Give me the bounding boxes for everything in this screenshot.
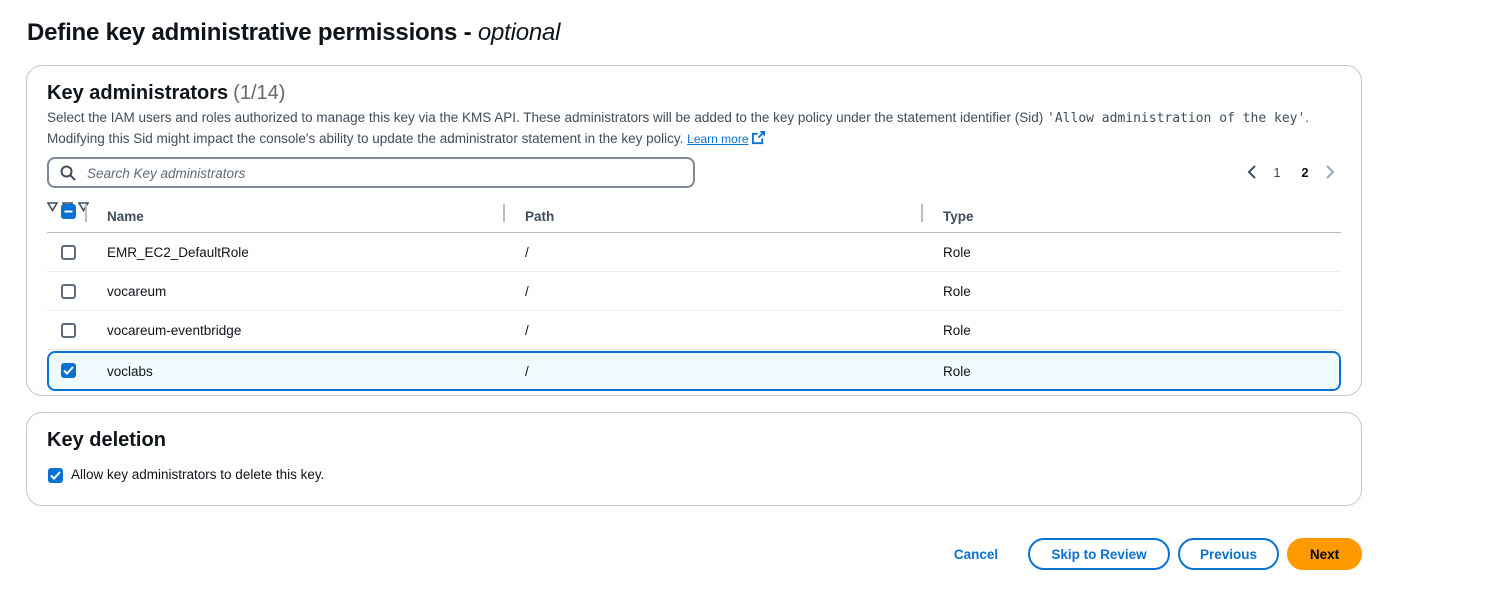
pagination: 1 2	[1241, 162, 1341, 182]
selection-count: (1/14)	[233, 82, 286, 104]
table-row[interactable]: EMR_EC2_DefaultRole / Role	[47, 233, 1341, 272]
column-divider	[85, 204, 87, 222]
previous-page-button[interactable]	[1241, 162, 1263, 182]
cell-path: /	[525, 244, 529, 260]
row-checkbox[interactable]	[61, 363, 76, 378]
page-title: Define key administrative permissions - …	[27, 19, 561, 47]
row-checkbox[interactable]	[61, 245, 76, 260]
cell-name: vocareum	[107, 283, 167, 299]
key-deletion-panel: Key deletion Allow key administrators to…	[26, 412, 1362, 506]
key-administrators-description: Select the IAM users and roles authorize…	[47, 108, 1347, 151]
cancel-button[interactable]: Cancel	[944, 538, 1008, 570]
column-header-name-label: Name	[107, 208, 144, 224]
cell-type: Role	[943, 363, 971, 379]
page-2-button[interactable]: 2	[1291, 165, 1319, 180]
page-1-button[interactable]: 1	[1263, 165, 1291, 180]
column-header-type[interactable]: Type	[943, 199, 974, 233]
sid-code: 'Allow administration of the key'	[1047, 111, 1306, 126]
allow-deletion-checkbox[interactable]	[48, 468, 63, 483]
select-all-checkbox[interactable]	[61, 204, 76, 219]
next-button[interactable]: Next	[1287, 538, 1362, 570]
column-header-path-label: Path	[525, 208, 555, 224]
key-administrators-header: Key administrators (1/14)	[47, 82, 285, 105]
column-header-path[interactable]: Path	[525, 199, 554, 233]
row-checkbox[interactable]	[61, 284, 76, 299]
key-administrators-panel: Key administrators (1/14) Select the IAM …	[26, 65, 1362, 396]
table-row[interactable]: vocareum / Role	[47, 272, 1341, 311]
cell-path: /	[525, 322, 529, 338]
external-link-icon[interactable]	[751, 130, 766, 151]
cell-name: EMR_EC2_DefaultRole	[107, 244, 249, 260]
skip-to-review-button[interactable]: Skip to Review	[1028, 538, 1170, 570]
table-header: Name Path Type	[46, 199, 1341, 233]
chevron-left-icon	[1247, 165, 1256, 179]
cell-name: voclabs	[107, 363, 153, 379]
search-icon	[60, 165, 76, 186]
column-header-name[interactable]: Name	[107, 199, 144, 233]
sort-icon[interactable]	[77, 199, 90, 216]
allow-deletion-label[interactable]: Allow key administrators to delete this …	[71, 467, 324, 482]
next-page-button[interactable]	[1319, 162, 1341, 182]
search-box	[47, 157, 695, 188]
cell-type: Role	[943, 244, 971, 260]
search-input[interactable]	[85, 162, 685, 184]
cell-type: Role	[943, 322, 971, 338]
chevron-right-icon	[1326, 165, 1335, 179]
cell-path: /	[525, 283, 529, 299]
cell-name: vocareum-eventbridge	[107, 322, 242, 338]
key-deletion-title: Key deletion	[47, 429, 166, 451]
column-resizer[interactable]	[921, 204, 923, 222]
learn-more-link[interactable]: Learn more	[687, 132, 748, 146]
column-header-type-label: Type	[943, 208, 974, 224]
page-title-separator: -	[457, 19, 478, 46]
description-text-1: Select the IAM users and roles authorize…	[47, 110, 1048, 125]
previous-button[interactable]: Previous	[1178, 538, 1279, 570]
cell-type: Role	[943, 283, 971, 299]
column-resizer[interactable]	[503, 204, 505, 222]
key-administrators-title: Key administrators	[47, 82, 229, 104]
page-title-optional: optional	[477, 19, 561, 46]
row-checkbox[interactable]	[61, 323, 76, 338]
cell-path: /	[525, 363, 529, 379]
table-row-selected[interactable]: voclabs / Role	[47, 351, 1341, 391]
table-row[interactable]: vocareum-eventbridge / Role	[47, 311, 1341, 350]
page-title-text: Define key administrative permissions	[27, 19, 458, 46]
